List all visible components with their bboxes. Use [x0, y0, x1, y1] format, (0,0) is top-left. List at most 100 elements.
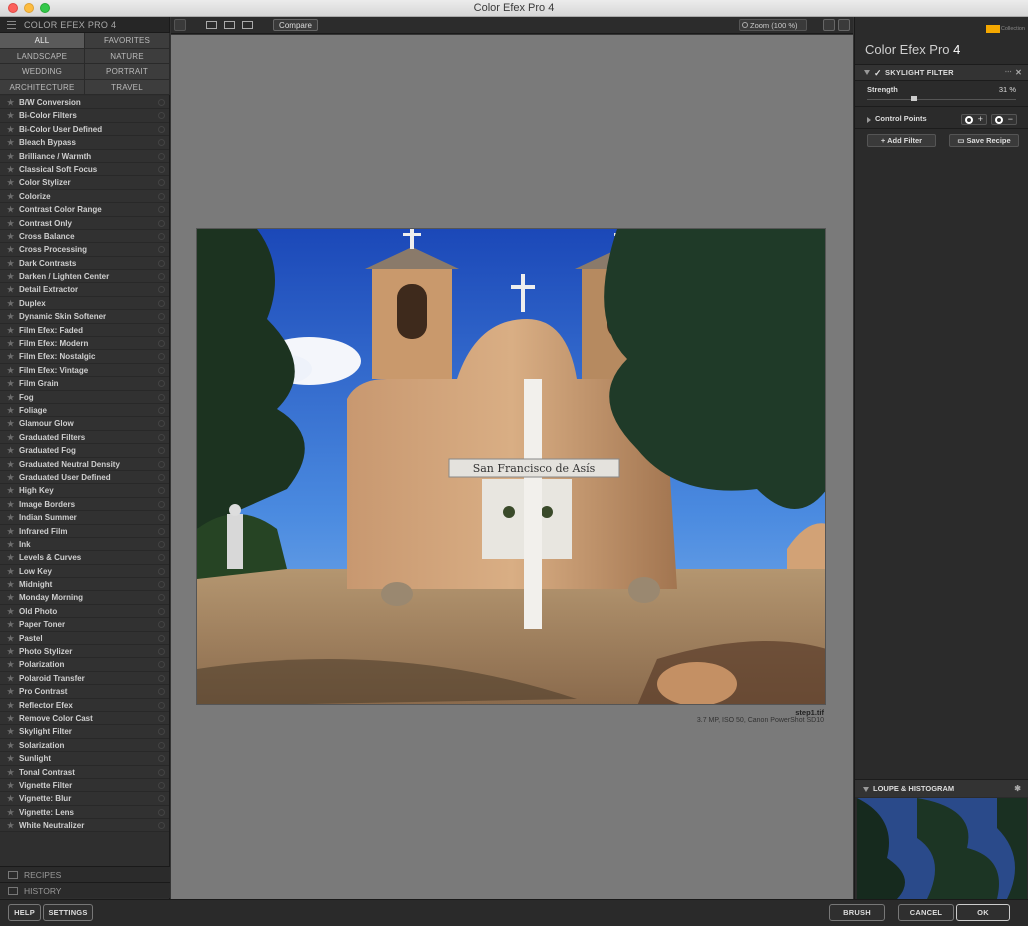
favorite-star-icon[interactable]: ★: [7, 605, 14, 618]
split-view-icon[interactable]: [224, 21, 235, 29]
favorite-star-icon[interactable]: ★: [7, 725, 14, 738]
filter-list-item[interactable]: ★ Pro Contrast: [0, 685, 169, 699]
favorite-star-icon[interactable]: ★: [7, 779, 14, 792]
filter-list-item[interactable]: ★ Midnight: [0, 578, 169, 592]
filter-preset-icon[interactable]: [158, 192, 165, 200]
favorite-star-icon[interactable]: ★: [7, 618, 14, 631]
favorite-star-icon[interactable]: ★: [7, 471, 14, 484]
filter-preset-icon[interactable]: [158, 393, 165, 401]
filter-preset-icon[interactable]: [158, 795, 165, 803]
filter-preset-icon[interactable]: [158, 380, 165, 388]
filter-list-item[interactable]: ★ Reflector Efex: [0, 698, 169, 712]
filter-preset-icon[interactable]: [158, 219, 165, 227]
filter-preset-icon[interactable]: [158, 607, 165, 615]
favorite-star-icon[interactable]: ★: [7, 672, 14, 685]
filter-list-item[interactable]: ★ Glamour Glow: [0, 417, 169, 431]
filter-list-item[interactable]: ★ Vignette: Lens: [0, 805, 169, 820]
favorite-star-icon[interactable]: ★: [7, 190, 14, 203]
filter-preset-icon[interactable]: [158, 353, 165, 361]
filter-list-item[interactable]: ★ Duplex: [0, 296, 169, 311]
filter-preset-icon[interactable]: [158, 152, 165, 160]
filter-list-item[interactable]: ★ Film Efex: Modern: [0, 337, 169, 351]
remove-filter-icon[interactable]: ✕: [1015, 65, 1022, 81]
filter-list-item[interactable]: ★ Sunlight: [0, 752, 169, 766]
add-control-point-button[interactable]: +: [961, 114, 987, 125]
filter-preset-icon[interactable]: [158, 366, 165, 374]
filter-preset-icon[interactable]: [158, 273, 165, 281]
ok-button[interactable]: OK: [956, 904, 1010, 921]
filter-list-item[interactable]: ★ Graduated Fog: [0, 444, 169, 458]
filter-preset-icon[interactable]: [158, 206, 165, 214]
toggle-settings-panel-button[interactable]: [838, 19, 850, 31]
toggle-browser-button[interactable]: [174, 19, 186, 31]
recipes-section[interactable]: RECIPES: [0, 866, 170, 882]
favorite-star-icon[interactable]: ★: [7, 270, 14, 283]
single-view-icon[interactable]: [206, 21, 217, 29]
filter-preset-icon[interactable]: [158, 621, 165, 629]
filter-list-item[interactable]: ★ Bi-Color Filters: [0, 109, 169, 123]
filter-list-item[interactable]: ★ Paper Toner: [0, 618, 169, 632]
favorite-star-icon[interactable]: ★: [7, 123, 14, 136]
favorite-star-icon[interactable]: ★: [7, 444, 14, 457]
background-color-button[interactable]: [823, 19, 835, 31]
filter-preset-icon[interactable]: [158, 567, 165, 575]
filter-list-item[interactable]: ★ Film Efex: Vintage: [0, 363, 169, 378]
favorite-star-icon[interactable]: ★: [7, 578, 14, 591]
filter-preset-icon[interactable]: [158, 527, 165, 535]
favorite-star-icon[interactable]: ★: [7, 591, 14, 604]
filter-list-item[interactable]: ★ Film Efex: Nostalgic: [0, 350, 169, 364]
filter-preset-icon[interactable]: [158, 514, 165, 522]
filter-preset-icon[interactable]: [158, 714, 165, 722]
compare-button[interactable]: Compare: [273, 19, 318, 31]
favorite-star-icon[interactable]: ★: [7, 297, 14, 310]
favorite-star-icon[interactable]: ★: [7, 391, 14, 404]
preview-image[interactable]: San Francisco de Asís: [196, 228, 826, 705]
filter-preset-icon[interactable]: [158, 581, 165, 589]
filter-preset-icon[interactable]: [158, 768, 165, 776]
filter-preset-icon[interactable]: [158, 674, 165, 682]
category-tab-architecture[interactable]: ARCHITECTURE: [0, 79, 85, 95]
favorite-star-icon[interactable]: ★: [7, 136, 14, 149]
favorite-star-icon[interactable]: ★: [7, 176, 14, 189]
filter-preset-icon[interactable]: [158, 648, 165, 656]
favorite-star-icon[interactable]: ★: [7, 739, 14, 752]
filter-list-item[interactable]: ★ Indian Summer: [0, 511, 169, 525]
favorite-star-icon[interactable]: ★: [7, 163, 14, 176]
filter-list-item[interactable]: ★ Film Grain: [0, 377, 169, 391]
favorite-star-icon[interactable]: ★: [7, 350, 14, 363]
filter-preset-icon[interactable]: [158, 259, 165, 267]
filter-preset-icon[interactable]: [158, 112, 165, 120]
filter-list-item[interactable]: ★ Pastel: [0, 631, 169, 646]
filter-preset-icon[interactable]: [158, 728, 165, 736]
filter-preset-icon[interactable]: [158, 165, 165, 173]
filter-preset-icon[interactable]: [158, 487, 165, 495]
filter-preset-icon[interactable]: [158, 286, 165, 294]
filter-preset-icon[interactable]: [158, 554, 165, 562]
filter-list-item[interactable]: ★ Graduated Neutral Density: [0, 457, 169, 471]
favorite-star-icon[interactable]: ★: [7, 645, 14, 658]
filter-list-item[interactable]: ★ Skylight Filter: [0, 725, 169, 739]
filter-preset-icon[interactable]: [158, 179, 165, 187]
filter-list-item[interactable]: ★ Cross Processing: [0, 243, 169, 257]
filter-list-item[interactable]: ★ Dark Contrasts: [0, 256, 169, 271]
strength-slider-thumb[interactable]: [910, 96, 917, 101]
filter-list-item[interactable]: ★ Image Borders: [0, 497, 169, 512]
filter-preset-icon[interactable]: [158, 540, 165, 548]
loupe-histogram-header[interactable]: LOUPE & HISTOGRAM ✱: [855, 779, 1028, 797]
loupe-preview[interactable]: [857, 798, 1027, 899]
favorite-star-icon[interactable]: ★: [7, 150, 14, 163]
strength-slider-track[interactable]: [867, 99, 1016, 100]
filter-list-item[interactable]: ★ Darken / Lighten Center: [0, 270, 169, 284]
category-tab-portrait[interactable]: PORTRAIT: [85, 64, 170, 80]
favorite-star-icon[interactable]: ★: [7, 498, 14, 511]
filter-preset-icon[interactable]: [158, 299, 165, 307]
favorite-star-icon[interactable]: ★: [7, 404, 14, 417]
filter-list-item[interactable]: ★ Dynamic Skin Softener: [0, 310, 169, 324]
filter-list-item[interactable]: ★ Polarization: [0, 658, 169, 672]
favorite-star-icon[interactable]: ★: [7, 337, 14, 350]
cancel-button[interactable]: CANCEL: [898, 904, 954, 921]
filter-list-item[interactable]: ★ White Neutralizer: [0, 819, 169, 833]
favorite-star-icon[interactable]: ★: [7, 243, 14, 256]
collapse-triangle-icon[interactable]: [864, 70, 870, 75]
filter-preset-icon[interactable]: [158, 808, 165, 816]
